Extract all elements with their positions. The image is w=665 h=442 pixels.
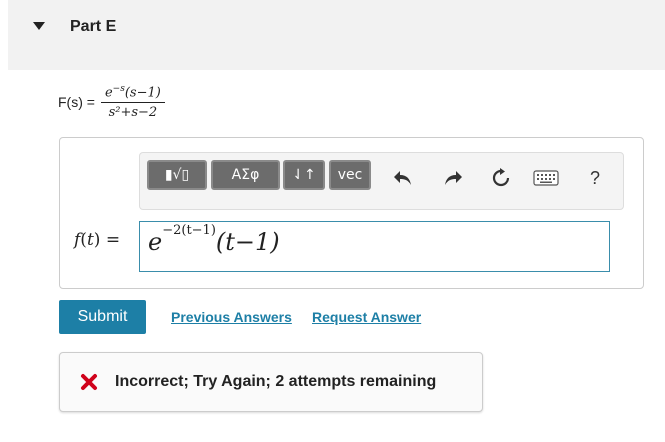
math-toolbar: ▮√▯ ΑΣφ ⇃↑ vec ? [139,152,624,210]
feedback-text: Incorrect; Try Again; 2 attempts remaini… [115,373,437,390]
keyboard-icon[interactable] [532,167,560,189]
help-icon: ? [589,167,600,188]
part-title: Part E [70,18,117,35]
greek-symbols-label: ΑΣφ [231,167,260,183]
answer-expression: e−2(t−1)(t−1) [148,223,280,256]
undo-icon[interactable] [392,167,414,189]
given-lhs: F(s) = [58,94,95,111]
help-button[interactable]: ? [584,167,606,189]
reset-icon[interactable] [490,167,512,189]
arrows-icon: ⇃↑ [292,167,316,183]
answer-input[interactable]: e−2(t−1)(t−1) [139,221,610,272]
given-fraction: e−s(s−1) s²+s−2 [100,84,165,121]
part-header[interactable]: Part E [8,0,665,70]
vec-label: vec [337,167,363,183]
given-denominator: s²+s−2 [108,105,158,121]
answer-label: f(t) = [74,230,121,250]
templates-icon: ▮√▯ [164,167,190,183]
answer-box: ▮√▯ ΑΣφ ⇃↑ vec ? f(t) = e−2(t−1)(t−1) [59,137,644,289]
collapse-caret-icon[interactable] [33,22,45,30]
given-numerator: e−s(s−1) [100,84,165,104]
vector-button[interactable]: vec [329,160,371,190]
feedback-box: Incorrect; Try Again; 2 attempts remaini… [59,352,483,412]
given-function: F(s) = e−s(s−1) s²+s−2 [58,84,165,120]
previous-answers-link[interactable]: Previous Answers [171,309,292,325]
submit-button[interactable]: Submit [59,300,146,334]
greek-symbols-button[interactable]: ΑΣφ [211,160,280,190]
redo-icon[interactable] [442,167,464,189]
templates-button[interactable]: ▮√▯ [147,160,207,190]
arrows-button[interactable]: ⇃↑ [283,160,325,190]
x-icon [80,373,98,396]
request-answer-link[interactable]: Request Answer [312,309,421,325]
